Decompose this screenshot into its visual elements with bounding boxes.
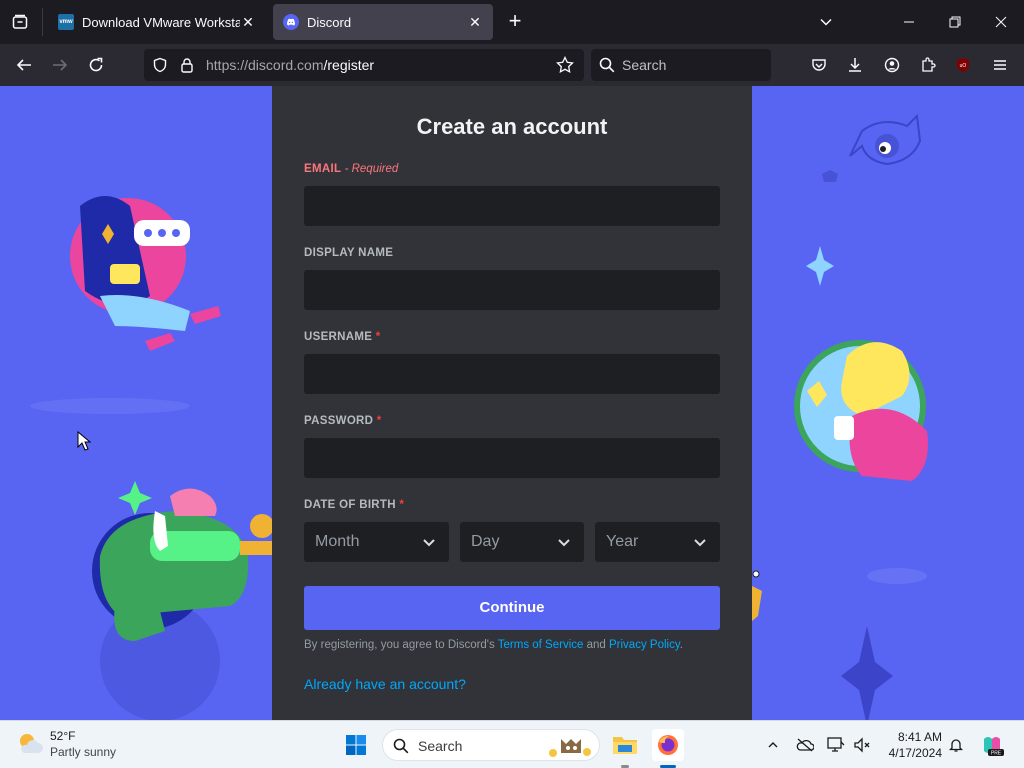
already-have-account-link[interactable]: Already have an account? bbox=[304, 676, 466, 692]
chevron-down-icon bbox=[694, 539, 706, 547]
year-select[interactable]: Year bbox=[595, 522, 720, 562]
list-all-tabs-icon[interactable] bbox=[814, 10, 838, 34]
file-explorer-icon[interactable] bbox=[609, 729, 641, 761]
background-illustration-right bbox=[752, 86, 1024, 720]
month-placeholder: Month bbox=[315, 533, 360, 550]
system-clock[interactable]: 8:41 AM 4/17/2024 bbox=[880, 729, 942, 761]
minimize-icon[interactable] bbox=[897, 10, 921, 34]
downloads-icon[interactable] bbox=[842, 52, 868, 78]
search-icon bbox=[393, 738, 409, 754]
discord-favicon-icon bbox=[283, 14, 299, 30]
chevron-down-icon bbox=[423, 539, 435, 547]
privacy-policy-link[interactable]: Privacy Policy bbox=[609, 639, 680, 651]
password-label: PASSWORD * bbox=[304, 415, 382, 427]
display-name-label: DISPLAY NAME bbox=[304, 247, 394, 259]
volume-muted-icon[interactable] bbox=[852, 735, 872, 755]
tab-title: Discord bbox=[307, 14, 352, 30]
day-select[interactable]: Day bbox=[460, 522, 584, 562]
vmware-favicon-icon: vmw bbox=[58, 14, 74, 30]
weather-condition: Partly sunny bbox=[50, 745, 117, 759]
reload-icon[interactable] bbox=[83, 52, 109, 78]
copilot-icon[interactable]: PRE bbox=[980, 733, 1004, 757]
back-icon[interactable] bbox=[11, 52, 37, 78]
month-select[interactable]: Month bbox=[304, 522, 449, 562]
close-tab-icon[interactable]: ✕ bbox=[240, 14, 256, 30]
tab-vmware[interactable]: vmw Download VMware Workstation ✕ bbox=[48, 4, 266, 40]
url-text[interactable]: https://discord.com/register bbox=[206, 57, 374, 73]
show-hidden-icons-icon[interactable] bbox=[763, 735, 783, 755]
onedrive-icon[interactable] bbox=[795, 735, 815, 755]
search-placeholder: Search bbox=[622, 57, 667, 73]
mouse-cursor-icon bbox=[77, 430, 92, 456]
notification-bell-icon[interactable] bbox=[946, 735, 966, 755]
pocket-icon[interactable] bbox=[806, 52, 832, 78]
tab-separator bbox=[42, 8, 43, 36]
email-label: EMAIL - Required bbox=[304, 163, 399, 175]
terms-of-service-link[interactable]: Terms of Service bbox=[498, 639, 584, 651]
weather-widget[interactable]: 52°F Partly sunny bbox=[16, 727, 136, 763]
continue-button[interactable]: Continue bbox=[304, 586, 720, 630]
extensions-icon[interactable] bbox=[915, 52, 941, 78]
email-field[interactable] bbox=[304, 186, 720, 226]
partly-sunny-icon bbox=[20, 734, 43, 753]
network-icon[interactable] bbox=[826, 735, 846, 755]
menu-icon[interactable] bbox=[987, 52, 1013, 78]
url-bar[interactable]: https://discord.com/register bbox=[144, 49, 584, 81]
username-field[interactable] bbox=[304, 354, 720, 394]
svg-text:uO: uO bbox=[960, 63, 967, 69]
browser-nav-bar: https://discord.com/register Search uO bbox=[0, 44, 1024, 86]
clock-date: 4/17/2024 bbox=[888, 746, 942, 760]
discord-register-page: Create an account EMAIL - Required DISPL… bbox=[0, 86, 1024, 720]
restore-icon[interactable] bbox=[943, 10, 967, 34]
year-placeholder: Year bbox=[606, 533, 639, 550]
tab-discord[interactable]: Discord ✕ bbox=[273, 4, 493, 40]
tab-title: Download VMware Workstation bbox=[82, 14, 240, 30]
forward-icon[interactable] bbox=[47, 52, 73, 78]
weather-temp: 52°F bbox=[50, 729, 76, 743]
background-illustration-left bbox=[0, 86, 274, 720]
close-tab-icon[interactable]: ✕ bbox=[467, 14, 483, 30]
taskbar-search-label: Search bbox=[418, 738, 463, 754]
form-title: Create an account bbox=[416, 114, 608, 139]
close-window-icon[interactable] bbox=[989, 10, 1013, 34]
taskbar-search[interactable]: Search bbox=[382, 729, 600, 761]
firefox-icon[interactable] bbox=[652, 729, 684, 761]
username-label: USERNAME * bbox=[304, 331, 381, 343]
register-form: Create an account EMAIL - Required DISPL… bbox=[272, 86, 752, 720]
password-field[interactable] bbox=[304, 438, 720, 478]
svg-text:PRE: PRE bbox=[991, 751, 1002, 757]
dob-label: DATE OF BIRTH * bbox=[304, 499, 405, 511]
browser-tab-bar: vmw Download VMware Workstation ✕ Discor… bbox=[0, 0, 1024, 44]
search-highlight-icon bbox=[549, 739, 591, 757]
search-icon bbox=[599, 57, 615, 78]
windows-taskbar: 52°F Partly sunny Search 8:41 AM 4/17/20… bbox=[0, 720, 1024, 768]
bookmark-star-icon[interactable] bbox=[556, 55, 574, 79]
account-icon[interactable] bbox=[879, 52, 905, 78]
clock-time: 8:41 AM bbox=[897, 730, 942, 744]
chevron-down-icon bbox=[558, 539, 570, 547]
tracking-shield-icon[interactable] bbox=[152, 57, 168, 78]
ublock-origin-icon[interactable]: uO bbox=[950, 52, 976, 78]
legal-text: By registering, you agree to Discord's T… bbox=[304, 639, 683, 651]
search-bar[interactable]: Search bbox=[591, 49, 771, 81]
windows-start-icon[interactable] bbox=[340, 729, 372, 761]
lock-icon[interactable] bbox=[179, 57, 195, 78]
tab-overview-icon[interactable] bbox=[8, 10, 32, 34]
day-placeholder: Day bbox=[471, 533, 500, 550]
new-tab-icon[interactable]: + bbox=[504, 10, 526, 34]
display-name-field[interactable] bbox=[304, 270, 720, 310]
